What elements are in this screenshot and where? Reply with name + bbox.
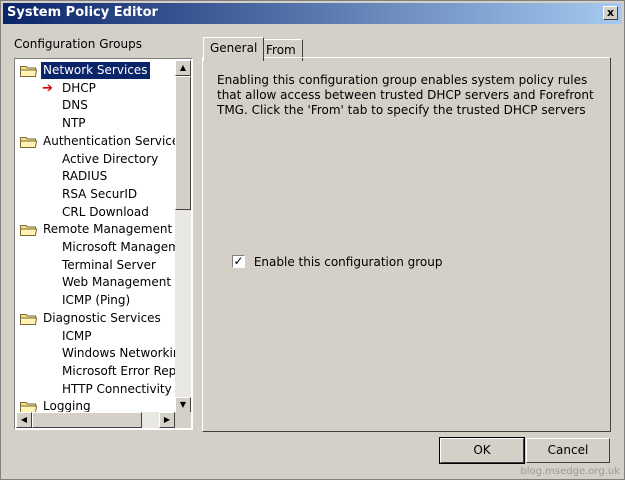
tree-node-label: Terminal Server	[62, 258, 156, 272]
scrollbar-corner	[175, 412, 191, 428]
tree-node-label: ICMP	[62, 329, 92, 343]
tree-item-node[interactable]: ICMP	[60, 328, 94, 345]
tree-node-label: Authentication Services	[43, 134, 175, 148]
close-button[interactable]: x	[603, 6, 618, 20]
folder-icon	[20, 137, 37, 148]
enable-group-row[interactable]: ✓ Enable this configuration group	[232, 254, 443, 270]
cancel-button[interactable]: Cancel	[526, 438, 610, 463]
tree-item-node[interactable]: ➔ DHCP	[42, 80, 98, 97]
tree-item-node[interactable]: RADIUS	[60, 168, 109, 185]
configuration-groups-tree[interactable]: Network Services ➔ DHCP DNS NTP Authenticatio…	[14, 58, 193, 430]
tree-node-label: Logging	[43, 399, 91, 413]
tree-item-node[interactable]: Terminal Server	[60, 257, 158, 274]
tree-item-node[interactable]: Windows Networking	[60, 345, 175, 362]
tree-item-node[interactable]: CRL Download	[60, 204, 151, 221]
tree-group-node[interactable]: Authentication Services	[17, 133, 175, 150]
horizontal-scrollbar[interactable]: ◀ ▶	[16, 412, 175, 428]
tree-item-node[interactable]: Microsoft Manageme	[60, 239, 175, 256]
tree-group-node[interactable]: Diagnostic Services	[17, 310, 175, 327]
system-policy-editor-window: System Policy Editor x Configuration Gro…	[0, 0, 625, 480]
tree-node-label: ICMP (Ping)	[62, 293, 131, 307]
tree-item-node[interactable]: NTP	[60, 115, 88, 132]
tree-node-label: RADIUS	[62, 169, 108, 183]
horizontal-scroll-thumb[interactable]	[32, 412, 142, 428]
configuration-group-description: Enabling this configuration group enable…	[217, 73, 594, 117]
tree-node-label: Remote Management	[43, 222, 173, 236]
tree-group-node[interactable]: Network Services	[17, 61, 175, 80]
title-bar[interactable]: System Policy Editor x	[3, 3, 622, 24]
enable-group-checkbox[interactable]: ✓	[232, 255, 245, 268]
tree-node-label: Windows Networking	[62, 346, 175, 360]
vertical-scrollbar[interactable]: ▲ ▼	[175, 60, 191, 413]
tree-node-label: HTTP Connectivity v	[62, 382, 175, 396]
ok-button[interactable]: OK	[439, 437, 525, 464]
scroll-left-button[interactable]: ◀	[16, 412, 32, 428]
tree-item-node[interactable]: Microsoft Error Repo	[60, 363, 175, 380]
enable-group-label: Enable this configuration group	[253, 255, 443, 269]
tree-node-label: DHCP	[62, 81, 96, 95]
configuration-groups-label: Configuration Groups	[14, 37, 142, 51]
tree-items: Network Services ➔ DHCP DNS NTP Authenticatio…	[16, 60, 175, 413]
tree-node-label: Active Directory	[62, 152, 159, 166]
tree-item-node[interactable]: Web Management	[60, 274, 173, 291]
tree-node-label: CRL Download	[62, 205, 149, 219]
scroll-right-button[interactable]: ▶	[159, 412, 175, 428]
close-icon: x	[606, 6, 615, 19]
window-title: System Policy Editor	[7, 5, 158, 20]
tree-node-label: RSA SecurID	[62, 187, 138, 201]
folder-icon	[20, 66, 37, 77]
tree-item-node[interactable]: Active Directory	[60, 151, 160, 168]
tree-group-node[interactable]: Remote Management	[17, 221, 175, 238]
folder-icon	[20, 225, 37, 236]
tree-node-label: Diagnostic Services	[43, 311, 161, 325]
tree-node-label: Microsoft Manageme	[62, 240, 175, 254]
scroll-down-button[interactable]: ▼	[175, 397, 191, 413]
tree-node-label: Web Management	[62, 275, 172, 289]
tree-group-node[interactable]: Logging	[17, 398, 175, 413]
tab-general[interactable]: General	[203, 37, 265, 61]
scroll-up-button[interactable]: ▲	[175, 60, 191, 76]
tree-item-node[interactable]: RSA SecurID	[60, 186, 139, 203]
checkmark-icon: ✓	[233, 254, 244, 268]
tree-node-label: DNS	[62, 98, 88, 112]
watermark: blog.msedge.org.uk	[520, 466, 620, 477]
tree-item-node[interactable]: ICMP (Ping)	[60, 292, 132, 309]
vertical-scroll-thumb[interactable]	[175, 76, 191, 210]
tree-item-node[interactable]: HTTP Connectivity v	[60, 381, 175, 398]
tree-item-node[interactable]: DNS	[60, 97, 90, 114]
folder-icon	[20, 314, 37, 325]
tree-node-label: Network Services	[40, 61, 151, 80]
tree-node-label: NTP	[62, 116, 86, 130]
red-arrow-icon: ➔	[42, 81, 53, 96]
tree-node-label: Microsoft Error Repo	[62, 364, 175, 378]
